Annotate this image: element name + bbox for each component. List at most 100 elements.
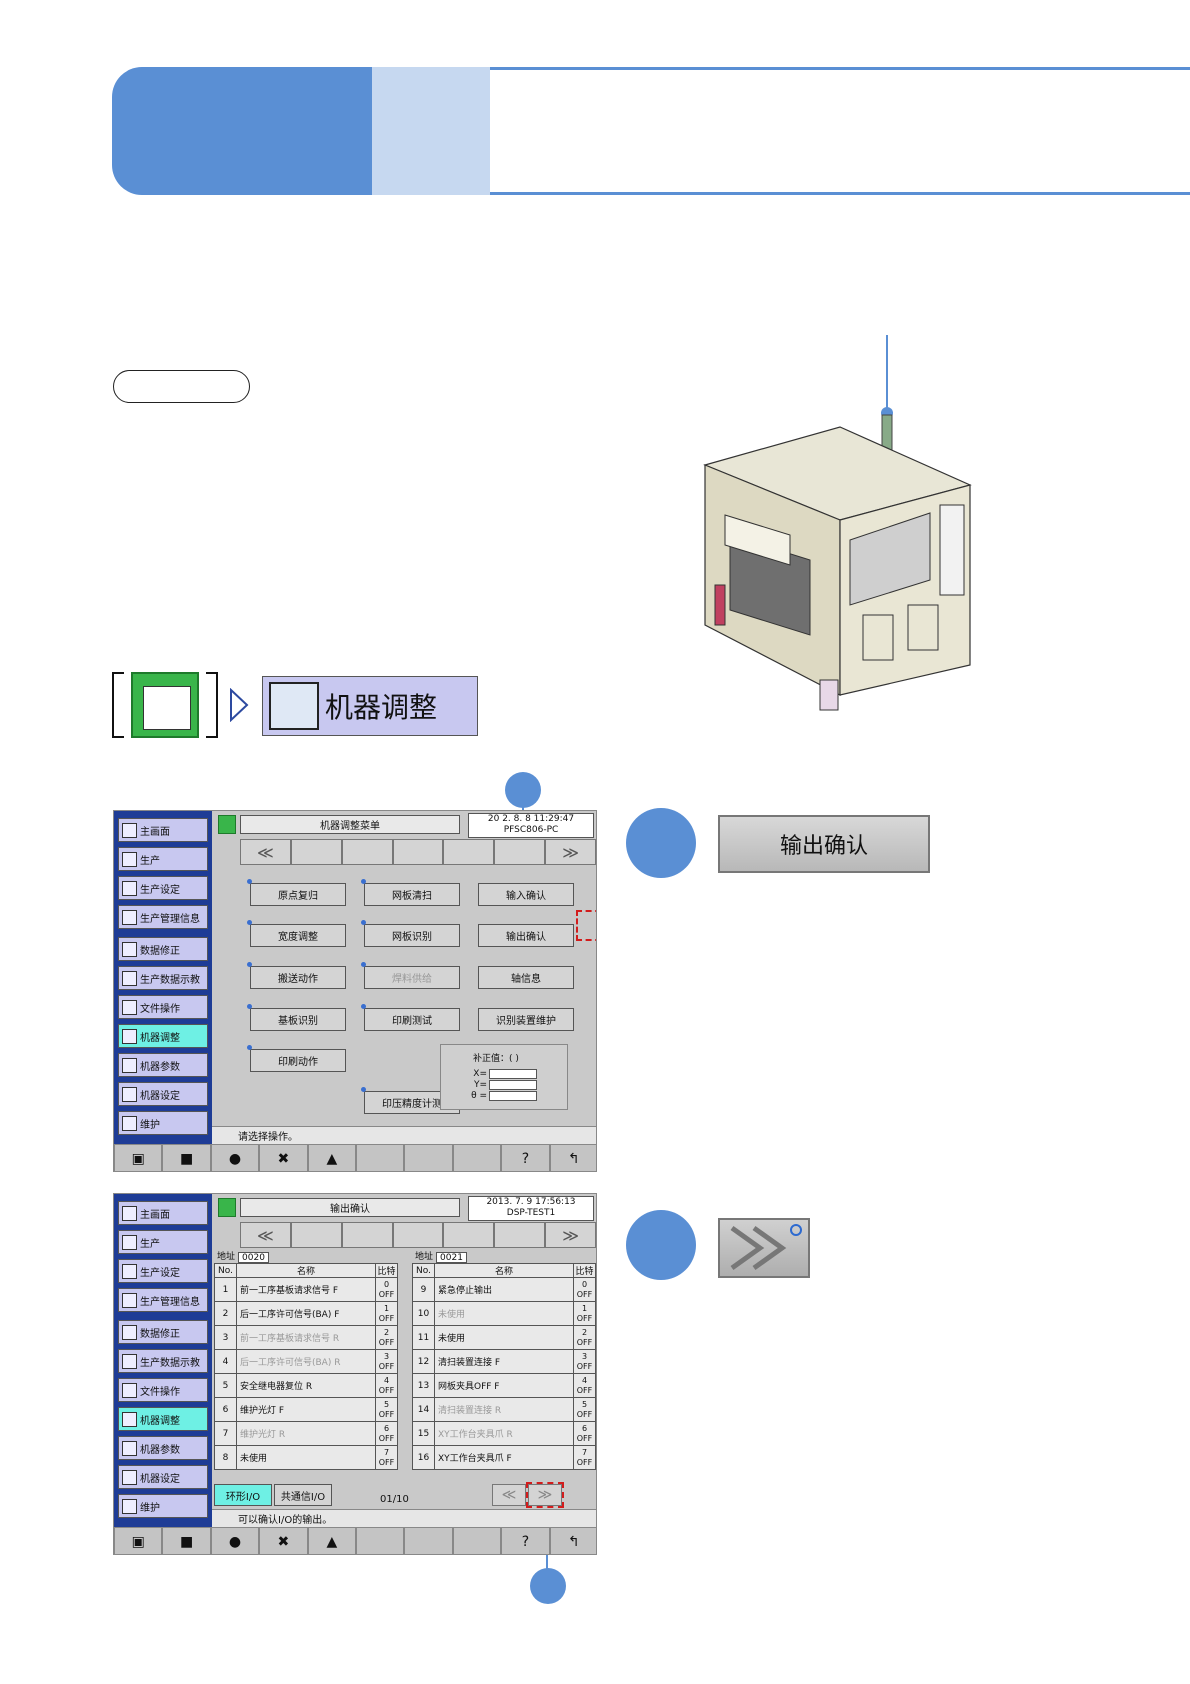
- io-prev-button[interactable]: ≪: [492, 1484, 526, 1506]
- table-row[interactable]: 14 清扫装置连接 R 5 OFF: [412, 1397, 596, 1422]
- globe-icon[interactable]: ●: [210, 1144, 260, 1171]
- menu-button[interactable]: 网板识别: [361, 920, 460, 947]
- comp-x-field[interactable]: [489, 1069, 537, 1079]
- sidebar-item-icon: [122, 1498, 137, 1514]
- sidebar-item[interactable]: 主画面: [118, 818, 208, 842]
- menu-button[interactable]: 印刷动作: [247, 1045, 346, 1072]
- status-bar: 请选择操作。: [212, 1126, 596, 1144]
- row-name: 未使用: [434, 1325, 574, 1350]
- sidebar-item[interactable]: 文件操作: [118, 995, 208, 1019]
- menu-button[interactable]: 印刷测试: [361, 1004, 460, 1031]
- next-page-callout-button[interactable]: [718, 1218, 810, 1278]
- table-row[interactable]: 16 XY工作台夹具爪 F 7 OFF: [412, 1445, 596, 1470]
- table-row[interactable]: 8 未使用 7 OFF: [214, 1445, 398, 1470]
- next-page-button[interactable]: ≫: [545, 1222, 596, 1248]
- row-bit-state: 0 OFF: [573, 1277, 596, 1302]
- menu-button[interactable]: 基板识别: [247, 1004, 346, 1031]
- sidebar-item[interactable]: 数据修正: [118, 1320, 208, 1344]
- sidebar-item[interactable]: 文件操作: [118, 1378, 208, 1402]
- table-row[interactable]: 6 维护光灯 F 5 OFF: [214, 1397, 398, 1422]
- next-page-button[interactable]: ≫: [545, 839, 596, 865]
- sidebar-item-icon: [122, 909, 137, 925]
- io-table-right: 地址 0021 No. 名称 比特 9 紧急停止输出 0 OFF 10 未使用 1 OFF 11 未使用 2 O…: [412, 1252, 596, 1470]
- output-confirm-callout-button[interactable]: 输出确认: [718, 815, 930, 873]
- table-row[interactable]: 1 前一工序基板请求信号 F 0 OFF: [214, 1277, 398, 1302]
- column-header: 比特: [375, 1263, 398, 1278]
- sidebar-item[interactable]: 生产: [118, 847, 208, 871]
- sidebar-item[interactable]: 生产数据示教: [118, 1349, 208, 1373]
- comp-t-field[interactable]: [489, 1091, 537, 1101]
- table-row[interactable]: 3 前一工序基板请求信号 R 2 OFF: [214, 1325, 398, 1350]
- return-icon[interactable]: ↰: [549, 1527, 596, 1554]
- output-main-area: 输出确认 2013. 7. 9 17:56:13 DSP-TEST1 ≪ ≫ 地址…: [212, 1194, 596, 1509]
- table-row[interactable]: 12 清扫装置连接 F 3 OFF: [412, 1349, 596, 1374]
- sidebar-item[interactable]: 机器调整: [118, 1407, 208, 1431]
- tools-icon[interactable]: ✖: [259, 1144, 308, 1171]
- sidebar-item-icon: [122, 1057, 137, 1073]
- prev-page-button[interactable]: ≪: [240, 1222, 291, 1248]
- sidebar-item[interactable]: 主画面: [118, 1201, 208, 1225]
- sidebar-item[interactable]: 机器参数: [118, 1053, 208, 1077]
- printer-machine-illustration: [703, 335, 972, 711]
- help-icon[interactable]: ?: [501, 1144, 550, 1171]
- menu-button[interactable]: 输入确认: [478, 883, 574, 906]
- menu-button[interactable]: 宽度调整: [247, 920, 346, 947]
- sidebar-item[interactable]: 数据修正: [118, 937, 208, 961]
- sd-icon[interactable]: ▣: [114, 1527, 163, 1554]
- globe-icon[interactable]: ●: [210, 1527, 260, 1554]
- menu-button[interactable]: 网板清扫: [361, 879, 460, 906]
- sidebar-item[interactable]: 维护: [118, 1111, 208, 1135]
- sidebar-item[interactable]: 机器设定: [118, 1465, 208, 1489]
- menu-button-label: 轴信息: [511, 974, 541, 985]
- tab-common-io[interactable]: 共通信I/O: [274, 1484, 332, 1506]
- table-row[interactable]: 10 未使用 1 OFF: [412, 1301, 596, 1326]
- sidebar-item[interactable]: 机器参数: [118, 1436, 208, 1460]
- sidebar-item[interactable]: 生产管理信息: [118, 1288, 208, 1312]
- sidebar-item-label: 主画面: [140, 826, 170, 838]
- menu-button[interactable]: 识别装置维护: [478, 1008, 574, 1031]
- maintenance-operator-icon[interactable]: [131, 672, 199, 738]
- info-dot: [361, 962, 366, 967]
- sidebar-item[interactable]: 机器调整: [118, 1024, 208, 1048]
- table-row[interactable]: 7 维护光灯 R 6 OFF: [214, 1421, 398, 1446]
- table-row[interactable]: 4 后一工序许可信号(BA) R 3 OFF: [214, 1349, 398, 1374]
- sidebar-item[interactable]: 机器设定: [118, 1082, 208, 1106]
- comp-t-label: θ =: [471, 1091, 487, 1101]
- machine-adjust-button[interactable]: 机器调整: [262, 676, 478, 736]
- return-icon[interactable]: ↰: [549, 1144, 596, 1171]
- sidebar-item[interactable]: 生产设定: [118, 876, 208, 900]
- menu-button[interactable]: 原点复归: [247, 879, 346, 906]
- chapter-header-tab: [372, 67, 490, 195]
- menu-button[interactable]: 搬送动作: [247, 962, 346, 989]
- sidebar-item-label: 机器调整: [140, 1415, 180, 1427]
- sidebar-item[interactable]: 生产: [118, 1230, 208, 1254]
- sidebar-item[interactable]: 维护: [118, 1494, 208, 1518]
- sidebar-item-icon: [122, 1115, 137, 1131]
- info-dot: [247, 962, 252, 967]
- tools-icon[interactable]: ✖: [259, 1527, 308, 1554]
- prev-page-button[interactable]: ≪: [240, 839, 291, 865]
- row-name: 未使用: [434, 1301, 574, 1326]
- comp-y-field[interactable]: [489, 1080, 537, 1090]
- screen-icon[interactable]: ■: [162, 1144, 211, 1171]
- sidebar-item[interactable]: 生产设定: [118, 1259, 208, 1283]
- sidebar-item-icon: [122, 1205, 137, 1221]
- screen-icon[interactable]: ■: [162, 1527, 211, 1554]
- table-row[interactable]: 13 网板夹具OFF F 4 OFF: [412, 1373, 596, 1398]
- menu-button[interactable]: 焊料供给: [361, 962, 460, 989]
- menu-button[interactable]: 输出确认: [478, 924, 574, 947]
- row-bit-state: 0 OFF: [375, 1277, 398, 1302]
- lamp-icon[interactable]: ▲: [307, 1144, 357, 1171]
- lamp-icon[interactable]: ▲: [307, 1527, 357, 1554]
- tab-ring-io[interactable]: 环形I/O: [214, 1484, 272, 1506]
- table-row[interactable]: 9 紧急停止输出 0 OFF: [412, 1277, 596, 1302]
- sidebar-item[interactable]: 生产管理信息: [118, 905, 208, 929]
- table-row[interactable]: 5 安全继电器复位 R 4 OFF: [214, 1373, 398, 1398]
- sidebar-item[interactable]: 生产数据示教: [118, 966, 208, 990]
- table-row[interactable]: 15 XY工作台夹具爪 R 6 OFF: [412, 1421, 596, 1446]
- sd-icon[interactable]: ▣: [114, 1144, 163, 1171]
- table-row[interactable]: 2 后一工序许可信号(BA) F 1 OFF: [214, 1301, 398, 1326]
- menu-button[interactable]: 轴信息: [478, 966, 574, 989]
- help-icon[interactable]: ?: [501, 1527, 550, 1554]
- table-row[interactable]: 11 未使用 2 OFF: [412, 1325, 596, 1350]
